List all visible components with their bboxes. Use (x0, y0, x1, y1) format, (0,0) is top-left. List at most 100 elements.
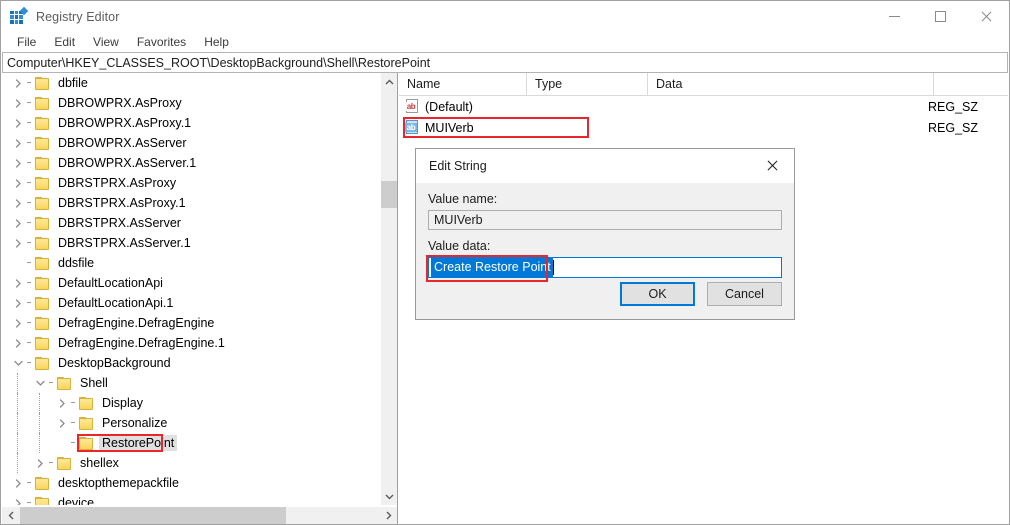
chevron-right-icon[interactable] (10, 493, 26, 505)
chevron-right-icon[interactable] (10, 173, 26, 193)
minimize-button[interactable] (871, 1, 917, 32)
tree-connector (26, 473, 35, 493)
table-row[interactable]: abMUIVerbREG_SZCreate Restore Point (399, 117, 1008, 138)
text-caret (552, 260, 554, 275)
chevron-down-icon[interactable] (32, 373, 48, 393)
chevron-right-icon[interactable] (10, 333, 26, 353)
chevron-right-icon[interactable] (10, 153, 26, 173)
edit-string-dialog: Edit String Value name: MUIVerb Value da… (415, 148, 795, 320)
tree-item-dbrowprx-asserver-1[interactable]: DBROWPRX.AsServer.1 (2, 153, 381, 173)
tree-connector (26, 493, 35, 505)
folder-icon (79, 436, 94, 450)
chevron-right-icon[interactable] (10, 473, 26, 493)
tree-connector (26, 113, 35, 133)
chevron-right-icon[interactable] (10, 93, 26, 113)
tree-guide-line (17, 393, 18, 413)
chevron-right-icon[interactable] (10, 233, 26, 253)
tree-item-shell[interactable]: Shell (2, 373, 381, 393)
registry-path: Computer\HKEY_CLASSES_ROOT\DesktopBackgr… (7, 55, 431, 70)
column-header-type[interactable]: Type (527, 73, 648, 95)
menu-item-file[interactable]: File (8, 33, 45, 52)
chevron-right-icon[interactable] (10, 73, 26, 93)
tree-scroll-down-button[interactable] (381, 488, 397, 505)
tree-item-dbrstprx-asproxy[interactable]: DBRSTPRX.AsProxy (2, 173, 381, 193)
tree-item-dbrstprx-asserver[interactable]: DBRSTPRX.AsServer (2, 213, 381, 233)
maximize-button[interactable] (917, 1, 963, 32)
tree-connector (26, 73, 35, 93)
tree-item-label: DesktopBackground (58, 356, 171, 370)
chevron-right-icon[interactable] (10, 113, 26, 133)
tree-scroll-area: dbfile DBROWPRX.AsProxy DBROWPRX.AsProxy.1… (2, 73, 381, 505)
address-bar[interactable]: Computer\HKEY_CLASSES_ROOT\DesktopBackgr… (2, 52, 1008, 73)
value-data-label: Value data: (428, 239, 491, 253)
tree-item-desktopthemepackfile[interactable]: desktopthemepackfile (2, 473, 381, 493)
tree-horizontal-scrollbar[interactable] (2, 506, 397, 525)
column-header-data[interactable]: Data (648, 73, 934, 95)
tree-item-desktopbackground[interactable]: DesktopBackground (2, 353, 381, 373)
chevron-right-icon[interactable] (10, 273, 26, 293)
folder-icon (35, 336, 50, 350)
tree-item-shellex[interactable]: shellex (2, 453, 381, 473)
column-header-name[interactable]: Name (399, 73, 527, 95)
folder-icon (35, 316, 50, 330)
tree-item-restorepoint[interactable]: RestorePoint (2, 433, 381, 453)
tree-item-label: desktopthemepackfile (58, 476, 179, 490)
tree-item-dbfile[interactable]: dbfile (2, 73, 381, 93)
menu-item-favorites[interactable]: Favorites (128, 33, 195, 52)
tree-connector (48, 453, 57, 473)
cell-type: REG_SZ (928, 99, 979, 114)
chevron-right-icon[interactable] (32, 453, 48, 473)
folder-icon (35, 156, 50, 170)
menu-item-edit[interactable]: Edit (45, 33, 84, 52)
tree-item-dbrowprx-asproxy[interactable]: DBROWPRX.AsProxy (2, 93, 381, 113)
tree-item-label: dbfile (58, 76, 88, 90)
tree-guide-line (17, 373, 18, 393)
menu-bar: File Edit View Favorites Help (1, 32, 1009, 53)
tree-item-label: DBRSTPRX.AsServer.1 (58, 236, 191, 250)
tree-item-defragengine-defragengine[interactable]: DefragEngine.DefragEngine (2, 313, 381, 333)
value-name-label: Value name: (428, 192, 498, 206)
menu-item-view[interactable]: View (84, 33, 128, 52)
tree-item-dbrowprx-asserver[interactable]: DBROWPRX.AsServer (2, 133, 381, 153)
tree-item-label: Personalize (102, 416, 168, 430)
tree-item-label: DBRSTPRX.AsProxy.1 (58, 196, 186, 210)
tree-item-personalize[interactable]: Personalize (2, 413, 381, 433)
tree-scrollbar-thumb[interactable] (381, 181, 397, 208)
chevron-down-icon[interactable] (10, 353, 26, 373)
tree-item-defragengine-defragengine-1[interactable]: DefragEngine.DefragEngine.1 (2, 333, 381, 353)
chevron-right-icon[interactable] (10, 293, 26, 313)
tree-hscrollbar-thumb[interactable] (20, 506, 286, 524)
chevron-right-icon[interactable] (10, 213, 26, 233)
tree-guide-line (17, 453, 18, 473)
tree-scroll-right-button[interactable] (380, 507, 397, 525)
tree-item-display[interactable]: Display (2, 393, 381, 413)
chevron-right-icon[interactable] (10, 193, 26, 213)
tree-scroll-left-button[interactable] (2, 507, 20, 525)
tree-item-ddsfile[interactable]: ddsfile (2, 253, 381, 273)
tree-item-dbrstprx-asproxy-1[interactable]: DBRSTPRX.AsProxy.1 (2, 193, 381, 213)
tree-item-dbrstprx-asserver-1[interactable]: DBRSTPRX.AsServer.1 (2, 233, 381, 253)
dialog-close-button[interactable] (750, 149, 794, 181)
table-row[interactable]: ab(Default)REG_SZ(value not set) (399, 96, 1008, 117)
chevron-right-icon[interactable] (10, 313, 26, 333)
menu-item-help[interactable]: Help (195, 33, 238, 52)
cell-type: REG_SZ (928, 120, 979, 135)
tree-item-device[interactable]: device (2, 493, 381, 505)
tree-hscroll-track[interactable] (20, 506, 380, 524)
folder-icon (35, 196, 50, 210)
tree-vertical-scrollbar[interactable] (380, 73, 397, 505)
tree-scroll-up-button[interactable] (381, 73, 397, 90)
ok-button[interactable]: OK (620, 282, 695, 306)
chevron-right-icon[interactable] (54, 393, 70, 413)
value-data-input[interactable]: Create Restore Point (426, 255, 782, 282)
tree-item-defaultlocationapi-1[interactable]: DefaultLocationApi.1 (2, 293, 381, 313)
close-button[interactable] (963, 1, 1009, 32)
tree-item-defaultlocationapi[interactable]: DefaultLocationApi (2, 273, 381, 293)
tree-connector (26, 233, 35, 253)
chevron-right-icon[interactable] (54, 413, 70, 433)
chevron-right-icon[interactable] (10, 133, 26, 153)
tree-item-dbrowprx-asproxy-1[interactable]: DBROWPRX.AsProxy.1 (2, 113, 381, 133)
cancel-button[interactable]: Cancel (707, 282, 782, 306)
folder-icon (35, 176, 50, 190)
tree-guide-line (39, 433, 40, 453)
